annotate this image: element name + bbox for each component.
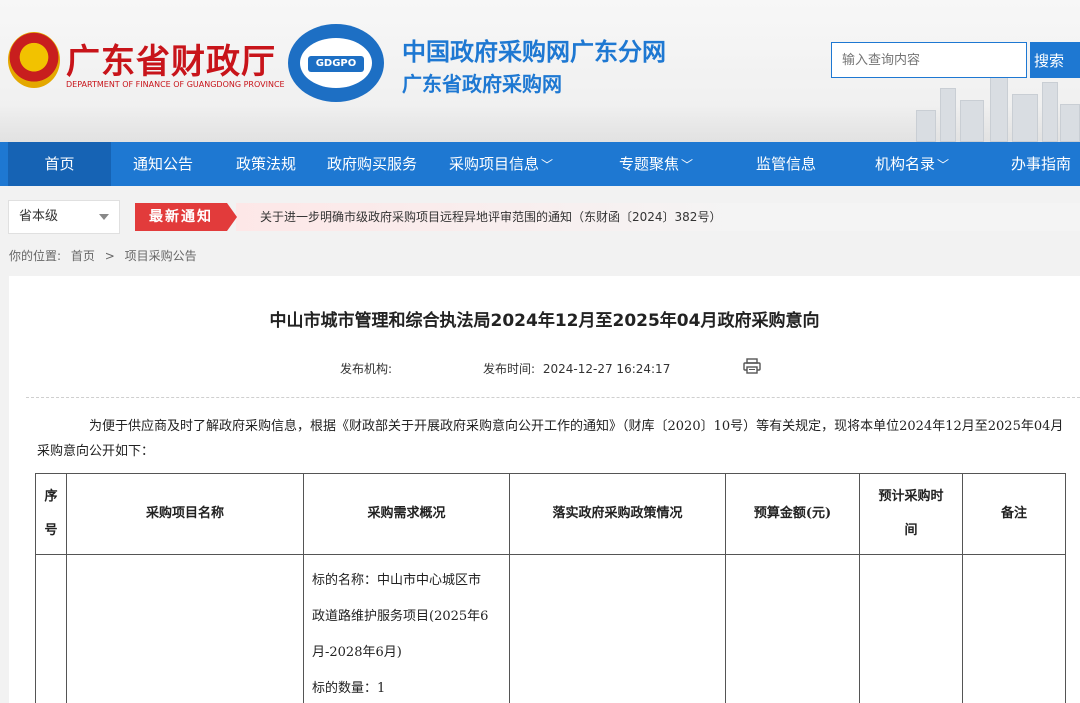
col-header-no: 序号 <box>35 473 67 555</box>
meta-divider <box>26 397 1080 398</box>
publish-time-label: 发布时间: <box>483 362 536 376</box>
breadcrumb-separator: > <box>104 249 115 263</box>
cell-no <box>35 554 67 703</box>
chevron-down-icon: ﹀ <box>541 158 554 172</box>
nav-item-policies[interactable]: 政策法规 <box>224 142 308 186</box>
requirement-line: 政道路维护服务项目(2025年6 <box>312 609 489 624</box>
cell-time <box>859 554 963 703</box>
search-button[interactable]: 搜索 <box>1030 42 1080 78</box>
nav-item-notices[interactable]: 通知公告 <box>120 142 206 186</box>
chevron-down-icon: ﹀ <box>681 158 694 172</box>
col-header-remark: 备注 <box>962 473 1066 555</box>
col-header-policy: 落实政府采购政策情况 <box>509 473 726 555</box>
table-header-row: 序号 采购项目名称 采购需求概况 落实政府采购政策情况 预算金额(元) 预计采购… <box>35 473 1066 555</box>
breadcrumb: 你的位置: 首页 > 项目采购公告 <box>9 247 203 264</box>
latest-notice-badge: 最新通知 <box>135 203 237 231</box>
publish-time-value: 2024-12-27 16:24:17 <box>542 362 671 376</box>
breadcrumb-prefix: 你的位置: <box>9 249 62 263</box>
cell-budget <box>725 554 860 703</box>
site-header: 广东省财政厅 DEPARTMENT OF FINANCE OF GUANGDON… <box>0 0 1080 142</box>
publisher-label: 发布机构: <box>340 362 393 376</box>
nav-item-guide[interactable]: 办事指南 <box>1002 142 1080 186</box>
cell-remark <box>962 554 1066 703</box>
print-icon[interactable] <box>743 358 761 374</box>
department-name-english: DEPARTMENT OF FINANCE OF GUANGDONG PROVI… <box>66 80 285 89</box>
nav-item-purchase-services[interactable]: 政府购买服务 <box>320 142 424 186</box>
nav-item-directory[interactable]: 机构名录 ﹀ <box>866 142 958 186</box>
cell-policy <box>509 554 726 703</box>
gdgpo-logo-text: GDGPO <box>308 56 364 72</box>
department-name[interactable]: 广东省财政厅 <box>66 34 276 83</box>
national-emblem-icon <box>8 32 60 88</box>
level-select[interactable]: 省本级 <box>8 200 120 234</box>
latest-notice-link[interactable]: 关于进一步明确市级政府采购项目远程异地评审范围的通知（东财函〔2024〕382号… <box>260 203 721 231</box>
dropdown-arrow-icon <box>99 214 109 220</box>
table-row: 标的名称：中山市中心城区市 政道路维护服务项目(2025年6 月-2028年6月… <box>35 554 1066 703</box>
level-select-value: 省本级 <box>19 209 59 224</box>
breadcrumb-current[interactable]: 项目采购公告 <box>125 249 197 263</box>
site-subtitle: 广东省政府采购网 <box>402 72 562 96</box>
cell-requirement: 标的名称：中山市中心城区市 政道路维护服务项目(2025年6 月-2028年6月… <box>303 554 510 703</box>
breadcrumb-home-link[interactable]: 首页 <box>71 249 95 263</box>
nav-item-special-topics[interactable]: 专题聚焦 ﹀ <box>610 142 702 186</box>
search-input[interactable] <box>831 42 1027 78</box>
main-nav: 首页 通知公告 政策法规 政府购买服务 采购项目信息 ﹀ 专题聚焦 ﹀ 监管信息 机… <box>0 142 1080 186</box>
nav-item-project-info[interactable]: 采购项目信息 ﹀ <box>440 142 562 186</box>
publish-time-meta: 发布时间: 2024-12-27 16:24:17 <box>483 360 670 377</box>
col-header-budget: 预算金额(元) <box>725 473 860 555</box>
requirement-line: 标的数量：1 <box>312 681 386 696</box>
city-skyline-graphic <box>910 72 1080 142</box>
requirement-line: 标的名称：中山市中心城区市 <box>312 573 482 588</box>
cell-name <box>66 554 304 703</box>
article-title: 中山市城市管理和综合执法局2024年12月至2025年04月政府采购意向 <box>269 311 820 331</box>
article-panel: 中山市城市管理和综合执法局2024年12月至2025年04月政府采购意向 发布机… <box>9 276 1080 703</box>
gdgpo-logo-icon[interactable]: GDGPO <box>288 24 384 102</box>
col-header-requirement: 采购需求概况 <box>303 473 510 555</box>
site-title: 中国政府采购网广东分网 <box>402 38 666 66</box>
article-intro: 为便于供应商及时了解政府采购信息，根据《财政部关于开展政府采购意向公开工作的通知… <box>37 419 1064 459</box>
col-header-time: 预计采购时间 <box>859 473 963 555</box>
nav-item-supervision[interactable]: 监管信息 <box>744 142 828 186</box>
col-header-name: 采购项目名称 <box>66 473 304 555</box>
procurement-intent-table: 序号 采购项目名称 采购需求概况 落实政府采购政策情况 预算金额(元) 预计采购… <box>35 473 1066 703</box>
publisher-meta: 发布机构: <box>340 360 392 377</box>
chevron-down-icon: ﹀ <box>937 158 950 172</box>
nav-item-home[interactable]: 首页 <box>8 142 111 186</box>
requirement-line: 月-2028年6月) <box>312 645 402 660</box>
